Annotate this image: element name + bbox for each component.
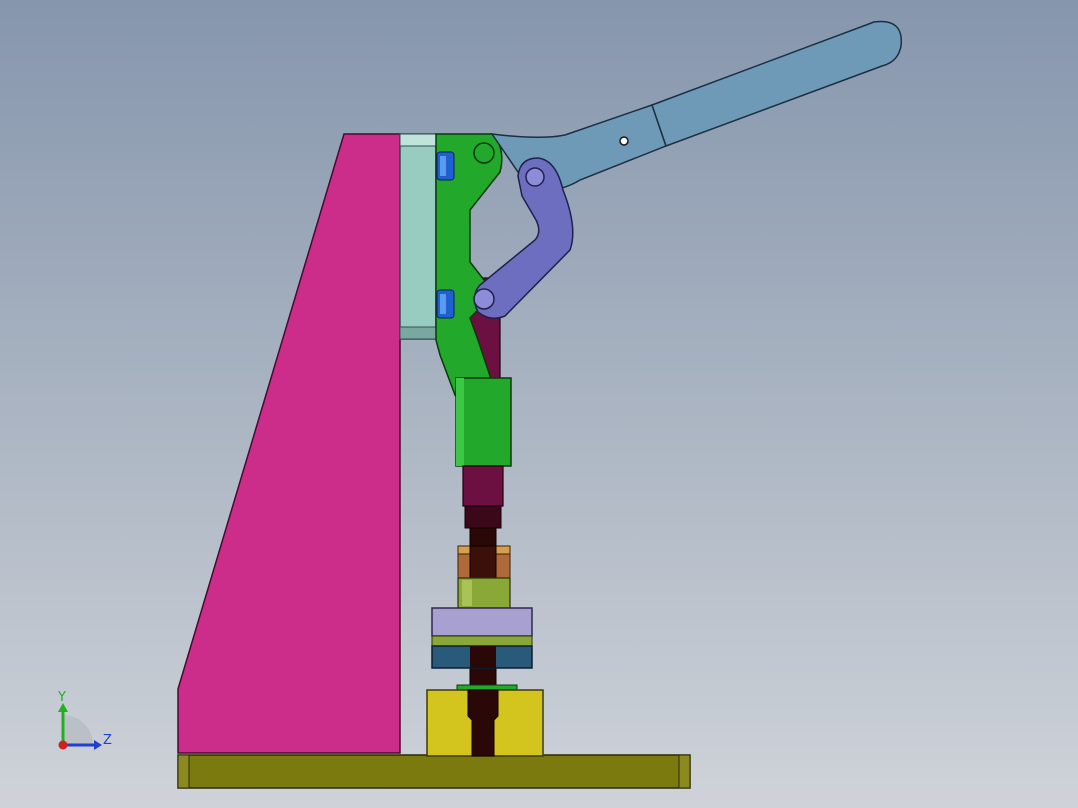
link-pivot-bottom — [473, 288, 495, 310]
clamp-top-pivot — [473, 142, 495, 164]
support-block[interactable] — [426, 684, 544, 757]
axis-z-label: Z — [103, 733, 112, 748]
guide-sleeve[interactable] — [455, 377, 512, 467]
handle-grip-icon — [651, 20, 902, 147]
frame-plate[interactable] — [177, 133, 401, 754]
guide-bushing[interactable] — [431, 607, 533, 669]
mount-plate[interactable] — [399, 133, 437, 340]
coordinate-triad — [58, 703, 102, 750]
cad-viewport[interactable]: Y Z — [0, 0, 1078, 808]
assembly-drawing[interactable]: Y Z — [0, 0, 1078, 808]
axis-y-label: Y — [57, 690, 66, 705]
handle-lever[interactable] — [490, 20, 902, 190]
spindle-collar[interactable] — [457, 577, 511, 609]
link-pivot-top — [525, 167, 545, 187]
base-plate[interactable] — [177, 754, 691, 789]
lock-nut[interactable] — [457, 545, 511, 579]
